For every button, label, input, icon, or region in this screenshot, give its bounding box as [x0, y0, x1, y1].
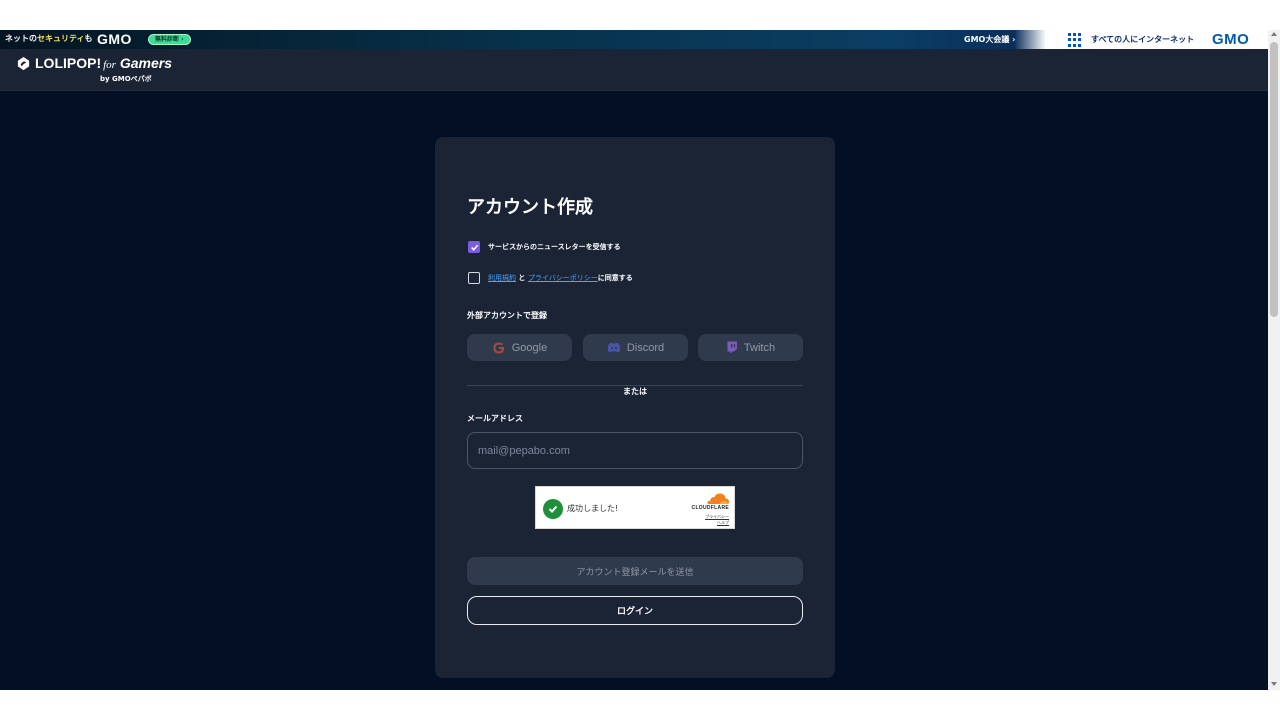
twitch-icon: [726, 341, 738, 354]
brand-sub: by GMOペパボ: [100, 75, 152, 83]
newsletter-checkbox[interactable]: [468, 241, 480, 253]
browser-bottom-margin: [0, 690, 1280, 720]
gmo-taikai-link[interactable]: GMO大会議 ›: [964, 34, 1015, 45]
signup-card: アカウント作成 サービスからのニュースレターを受信する 利用規約 と プライバシ…: [435, 137, 835, 678]
site-header: LOLIPOP! for Gamers by GMOペパボ: [0, 49, 1268, 91]
external-account-label: 外部アカウントで登録: [467, 311, 547, 320]
turnstile-status: 成功しました!: [567, 504, 619, 513]
scroll-down-arrow-icon[interactable]: [1271, 682, 1277, 686]
login-button[interactable]: ログイン: [467, 596, 803, 625]
privacy-policy-link[interactable]: プライバシーポリシー: [528, 274, 598, 282]
scrollbar-thumb[interactable]: [1270, 42, 1278, 317]
email-label: メールアドレス: [467, 414, 523, 423]
apps-grid-icon[interactable]: [1068, 33, 1082, 47]
cloudflare-cloud-icon: [707, 493, 729, 504]
turnstile-help-link[interactable]: ヘルプ: [717, 520, 729, 526]
gmo-group-bar: ネットのセキュリティも GMO 無料診断 › GMO大会議 › すべての人にイン…: [0, 30, 1268, 49]
cloudflare-brand: CLOUDFLARE: [691, 505, 729, 511]
or-divider-text: または: [435, 379, 835, 398]
terms-checkbox[interactable]: [468, 272, 480, 284]
discord-label: Discord: [626, 341, 665, 354]
page-body: アカウント作成 サービスからのニュースレターを受信する 利用規約 と プライバシ…: [0, 91, 1268, 690]
google-icon: [492, 341, 506, 355]
email-input[interactable]: [467, 432, 803, 469]
gmo-security-text[interactable]: ネットのセキュリティも: [5, 33, 93, 44]
free-check-button[interactable]: 無料診断 ›: [148, 34, 191, 45]
terms-link[interactable]: 利用規約: [488, 274, 516, 282]
gmo-tagline[interactable]: すべての人にインターネット: [1091, 34, 1194, 45]
discord-icon: [607, 342, 621, 353]
newsletter-label: サービスからのニュースレターを受信する: [488, 243, 621, 251]
terms-row[interactable]: 利用規約 と プライバシーポリシーに同意する: [468, 272, 633, 284]
terms-label: 利用規約 と プライバシーポリシーに同意する: [488, 274, 633, 282]
twitch-label: Twitch: [743, 341, 776, 354]
send-registration-email-button[interactable]: アカウント登録メールを送信: [467, 557, 803, 585]
check-icon: [470, 244, 478, 251]
twitch-signup-button[interactable]: Twitch: [698, 334, 803, 361]
gmo-logo-left[interactable]: GMO: [97, 31, 132, 47]
google-label: Google: [511, 341, 548, 354]
page-scrollbar[interactable]: [1268, 30, 1280, 690]
google-signup-button[interactable]: Google: [467, 334, 572, 361]
scroll-up-arrow-icon[interactable]: [1271, 32, 1277, 36]
page-title: アカウント作成: [467, 197, 593, 218]
discord-signup-button[interactable]: Discord: [583, 334, 688, 361]
browser-top-margin: [0, 0, 1280, 30]
brand-name: LOLIPOP! for Gamers: [35, 55, 173, 71]
lolipop-logo-icon: [17, 56, 30, 71]
newsletter-row[interactable]: サービスからのニュースレターを受信する: [468, 241, 621, 253]
cloudflare-turnstile[interactable]: 成功しました! CLOUDFLARE プライバシー ヘルプ: [535, 486, 735, 529]
success-check-icon: [543, 499, 563, 519]
gmo-logo-right[interactable]: GMO: [1212, 31, 1249, 48]
